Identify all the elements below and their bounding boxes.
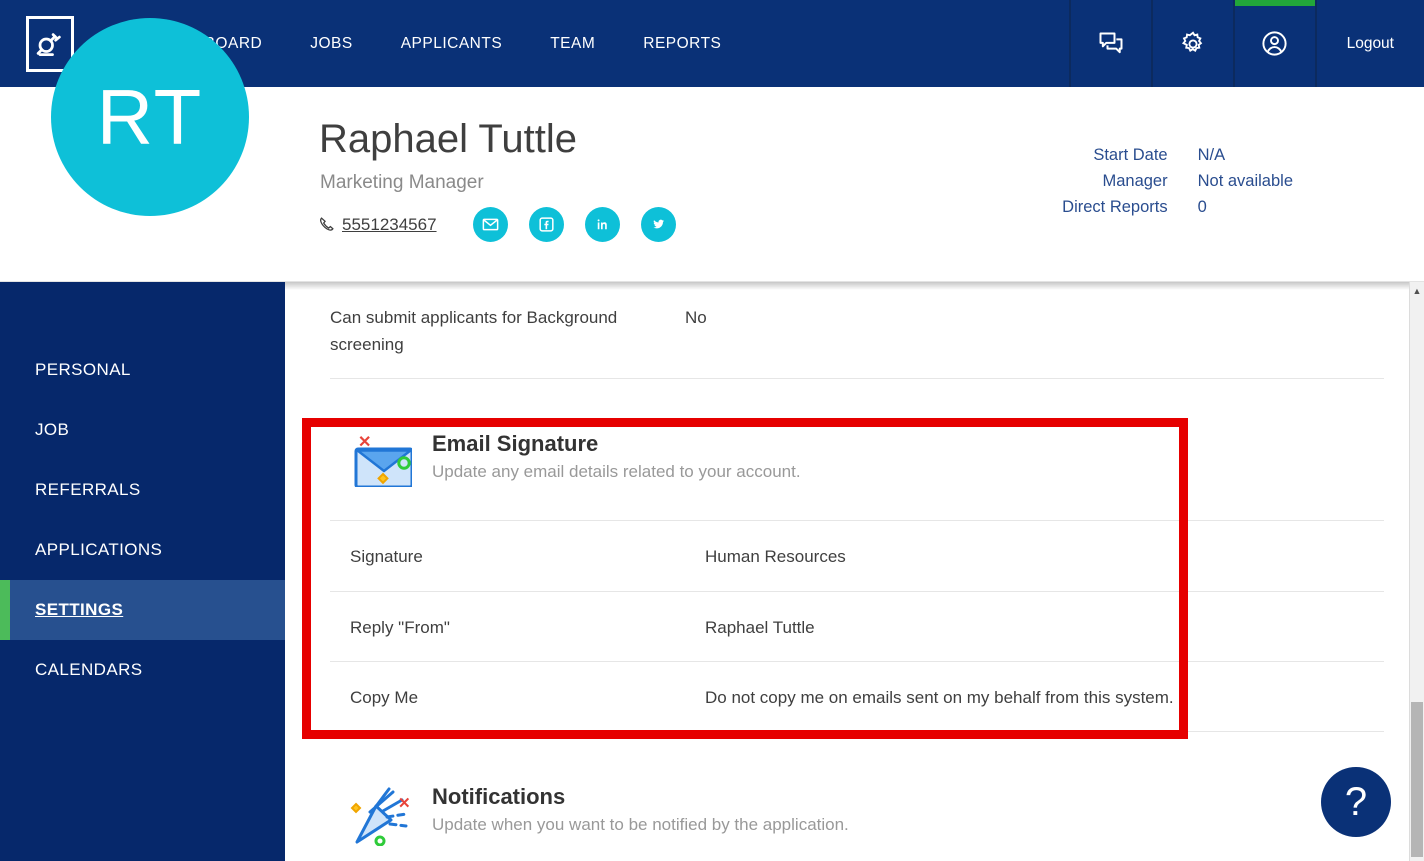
meta-value-manager: Not available xyxy=(1197,172,1293,190)
email-icon xyxy=(482,218,498,231)
linkedin-icon xyxy=(597,219,607,230)
email-signature-section: ✕ Email Signature Update any email detai… xyxy=(330,419,1384,732)
meta-value-start-date: N/A xyxy=(1197,146,1226,164)
table-row: Reply "From" Raphael Tuttle xyxy=(330,592,1384,662)
avatar: RT xyxy=(51,18,249,216)
sidebar-item-job[interactable]: JOB xyxy=(0,400,285,460)
messages-button[interactable] xyxy=(1068,0,1151,87)
sidebar-item-personal[interactable]: PERSONAL xyxy=(0,340,285,400)
twitter-icon xyxy=(652,219,664,229)
nav-link-team[interactable]: TEAM xyxy=(526,0,619,87)
messages-icon xyxy=(1099,32,1123,53)
linkedin-button[interactable] xyxy=(584,207,620,242)
section-subtitle: Update when you want to be notified by t… xyxy=(432,814,849,834)
row-value: Do not copy me on emails sent on my beha… xyxy=(705,687,1174,707)
sidebar: PERSONAL JOB REFERRALS APPLICATIONS SETT… xyxy=(0,282,285,861)
nav-link-reports[interactable]: REPORTS xyxy=(619,0,745,87)
facebook-button[interactable] xyxy=(528,207,564,242)
nav-link-jobs[interactable]: JOBS xyxy=(286,0,376,87)
facebook-icon xyxy=(538,217,554,232)
section-subtitle: Update any email details related to your… xyxy=(432,462,801,482)
phone-icon xyxy=(320,217,334,231)
email-button[interactable] xyxy=(472,207,508,242)
main-content: Can submit applicants for Background scr… xyxy=(285,282,1409,861)
nav-right-actions: Logout xyxy=(1068,0,1424,87)
twitter-button[interactable] xyxy=(640,207,676,242)
sidebar-item-applications[interactable]: APPLICATIONS xyxy=(0,520,285,580)
sidebar-item-label: CALENDARS xyxy=(35,660,143,679)
notifications-header: ✕ Notifications Update when you want to … xyxy=(330,772,1384,861)
contact-row: 5551234567 xyxy=(318,207,697,242)
meta-value-direct-reports: 0 xyxy=(1197,198,1207,216)
user-profile-icon xyxy=(1262,31,1287,56)
help-button[interactable]: ? xyxy=(1321,767,1391,837)
table-row: Copy Me Do not copy me on emails sent on… xyxy=(330,662,1384,732)
svg-text:✕: ✕ xyxy=(398,795,411,812)
phone-number: 5551234567 xyxy=(342,214,437,234)
sidebar-item-label: APPLICATIONS xyxy=(35,540,163,559)
section-title: Notifications xyxy=(432,783,566,809)
notifications-section: ✕ Notifications Update when you want to … xyxy=(330,772,1384,861)
row-label: Reply "From" xyxy=(350,617,450,637)
row-label: Copy Me xyxy=(350,687,419,707)
logout-button[interactable]: Logout xyxy=(1314,0,1424,87)
section-title: Email Signature xyxy=(432,431,599,457)
row-label: Signature xyxy=(350,547,423,567)
settings-button[interactable] xyxy=(1150,0,1233,87)
scrollbar-thumb[interactable] xyxy=(1411,702,1423,857)
sidebar-item-referrals[interactable]: REFERRALS xyxy=(0,460,285,520)
profile-meta-table: Start Date N/A Manager Not available Dir… xyxy=(1062,146,1424,217)
row-value: Raphael Tuttle xyxy=(705,617,815,637)
sidebar-item-label: SETTINGS xyxy=(35,600,124,619)
table-row: Signature Human Resources xyxy=(330,521,1384,592)
row-label: Can submit applicants for Background scr… xyxy=(330,308,618,355)
vertical-scrollbar[interactable]: ▲ xyxy=(1409,282,1424,861)
meta-label-direct-reports: Direct Reports xyxy=(1062,198,1168,216)
table-row: Can submit applicants for Background scr… xyxy=(330,282,1384,380)
row-value: Human Resources xyxy=(705,547,846,567)
row-value: No xyxy=(685,308,707,327)
meta-label-manager: Manager xyxy=(1102,172,1168,190)
account-button[interactable] xyxy=(1232,0,1315,87)
phone-link[interactable]: 5551234567 xyxy=(318,215,437,235)
sidebar-item-calendars[interactable]: CALENDARS xyxy=(0,640,285,700)
envelope-icon: ✕ xyxy=(350,431,414,492)
gear-icon xyxy=(1181,30,1202,52)
profile-job-title: Marketing Manager xyxy=(320,172,484,193)
sidebar-item-label: PERSONAL xyxy=(35,360,131,379)
page-title: Raphael Tuttle xyxy=(319,117,577,161)
party-popper-icon: ✕ xyxy=(350,784,412,851)
email-signature-header: ✕ Email Signature Update any email detai… xyxy=(330,419,1384,522)
scroll-up-arrow-icon[interactable]: ▲ xyxy=(1410,284,1424,298)
email-signature-rows: Signature Human Resources Reply "From" R… xyxy=(330,521,1384,732)
meta-label-start-date: Start Date xyxy=(1093,146,1168,164)
sidebar-item-label: JOB xyxy=(35,420,70,439)
sidebar-item-settings[interactable]: SETTINGS xyxy=(0,580,285,640)
nav-link-applicants[interactable]: APPLICANTS xyxy=(377,0,526,87)
sidebar-item-label: REFERRALS xyxy=(35,480,141,499)
